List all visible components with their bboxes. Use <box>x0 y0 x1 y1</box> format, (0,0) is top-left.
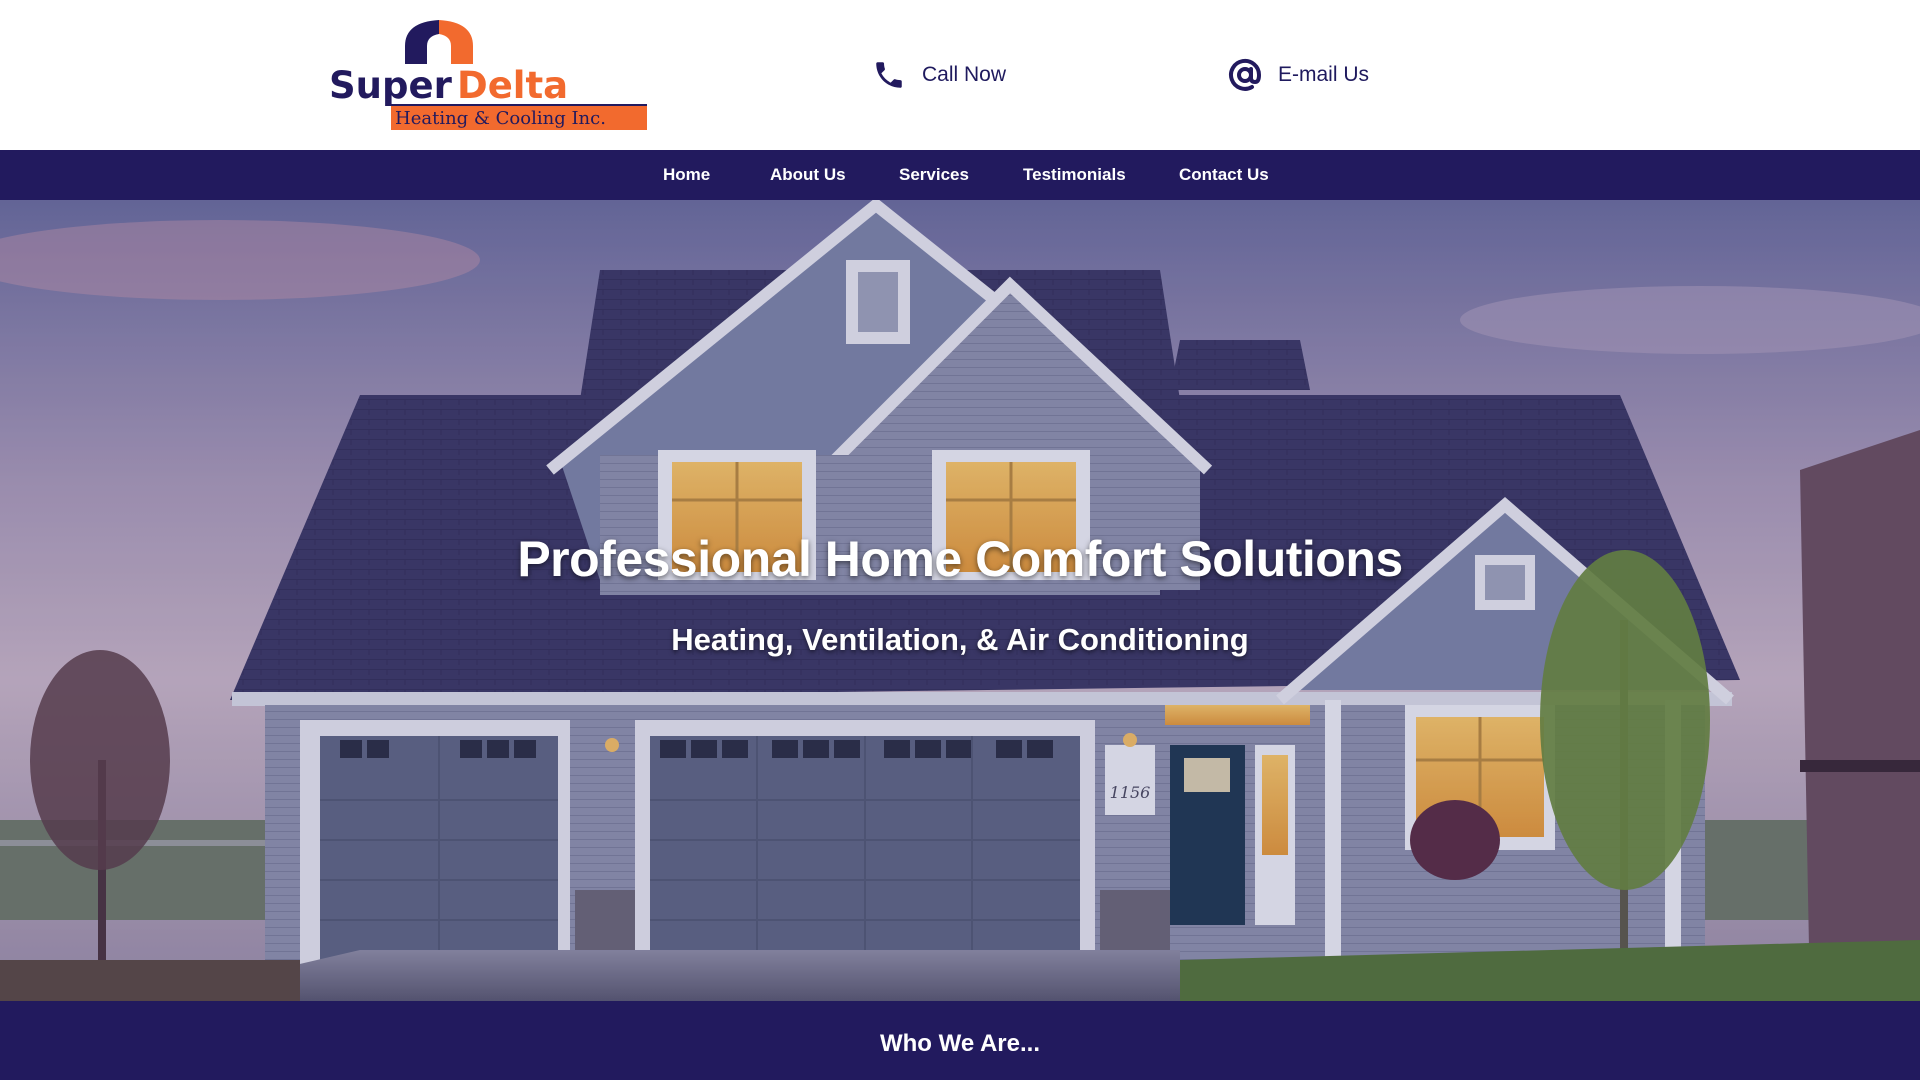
site-logo[interactable]: Super Delta Heating & Cooling Inc. <box>327 18 649 132</box>
hero-section: 1156 Professional Home Comfort Solutions… <box>0 200 1920 1001</box>
nav-item-contact-us[interactable]: Contact Us <box>1179 165 1269 185</box>
call-now-link[interactable]: Call Now <box>872 58 1006 92</box>
email-us-link[interactable]: E-mail Us <box>1228 58 1369 92</box>
nav-item-testimonials[interactable]: Testimonials <box>1023 165 1126 185</box>
call-now-label: Call Now <box>922 63 1007 86</box>
nav-item-about-us[interactable]: About Us <box>770 165 846 185</box>
main-nav: Home About Us Services Testimonials Cont… <box>0 150 1920 200</box>
logo-tagline: Heating & Cooling Inc. <box>395 108 606 129</box>
nav-item-services[interactable]: Services <box>899 165 969 185</box>
who-we-are-section: Who We Are... <box>0 1001 1920 1080</box>
hero-subtitle: Heating, Ventilation, & Air Conditioning <box>671 622 1249 657</box>
who-we-are-heading: Who We Are... <box>879 1030 1040 1057</box>
logo-word-super: Super <box>329 64 453 107</box>
hero-title: Professional Home Comfort Solutions <box>517 531 1403 587</box>
logo-word-delta: Delta <box>457 64 568 107</box>
email-us-label: E-mail Us <box>1278 63 1370 86</box>
nav-item-home[interactable]: Home <box>663 165 710 185</box>
site-header: Super Delta Heating & Cooling Inc. Call … <box>0 0 1920 150</box>
hero-house-image: 1156 <box>0 200 1920 1001</box>
phone-icon <box>872 58 906 92</box>
at-sign-icon <box>1228 58 1262 92</box>
logo-graphic: Super Delta Heating & Cooling Inc. <box>329 20 647 130</box>
